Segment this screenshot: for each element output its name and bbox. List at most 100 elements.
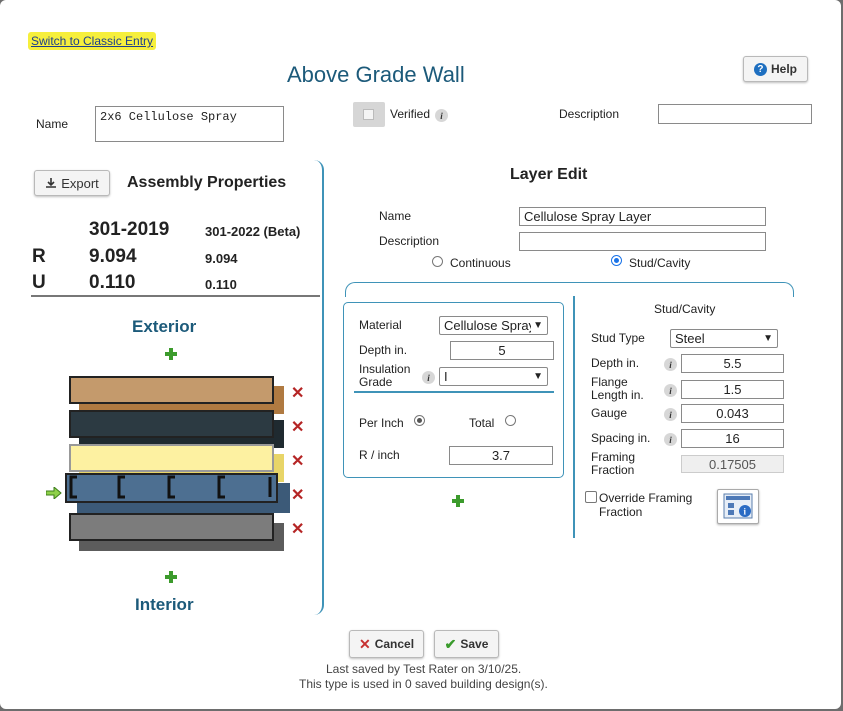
gauge-field[interactable]: 0.043 bbox=[681, 404, 784, 423]
stud-heading: Stud/Cavity bbox=[654, 302, 716, 316]
verified-label: Verified bbox=[390, 107, 431, 121]
stud-type-select[interactable]: Steel ▼ bbox=[670, 329, 778, 348]
material-divider bbox=[354, 391, 554, 393]
name-field[interactable]: 2x6 Cellulose Spray bbox=[95, 106, 284, 142]
usage-text: This type is used in 0 saved building de… bbox=[299, 677, 548, 691]
col-2022-header: 301-2022 (Beta) bbox=[205, 224, 301, 239]
material-value: Cellulose Spray bbox=[444, 318, 532, 333]
stud-type-value: Steel bbox=[675, 331, 705, 346]
add-layer-top-icon[interactable] bbox=[165, 348, 177, 360]
check-icon: ✔ bbox=[444, 635, 457, 652]
spacing-info-icon[interactable]: i bbox=[664, 433, 677, 446]
save-label: Save bbox=[460, 637, 489, 651]
layer-gray[interactable] bbox=[69, 513, 274, 541]
per-inch-label: Per Inch bbox=[359, 416, 404, 430]
override-label: Override Framing Fraction bbox=[599, 491, 693, 519]
r-2022-value: 9.094 bbox=[205, 251, 238, 266]
depth-field[interactable]: 5 bbox=[450, 341, 554, 360]
page-title: Above Grade Wall bbox=[287, 62, 465, 87]
cancel-icon: ✕ bbox=[358, 635, 371, 652]
stud-depth-field[interactable]: 5.5 bbox=[681, 354, 784, 373]
add-layer-bottom-icon[interactable] bbox=[165, 571, 177, 583]
gauge-info-icon[interactable]: i bbox=[664, 408, 677, 421]
continuous-radio[interactable] bbox=[432, 256, 443, 267]
delete-layer-1-icon[interactable]: ✕ bbox=[291, 386, 304, 402]
chevron-down-icon: ▼ bbox=[533, 320, 543, 331]
total-label: Total bbox=[469, 416, 495, 430]
assembly-heading: Assembly Properties bbox=[127, 174, 287, 191]
layer-description-field[interactable] bbox=[519, 232, 766, 251]
help-icon: ? bbox=[753, 62, 767, 76]
export-button[interactable]: Export bbox=[34, 170, 110, 196]
u-label: U bbox=[32, 272, 46, 293]
checkbox-box bbox=[363, 109, 374, 120]
dialog: Switch to Classic Entry Above Grade Wall… bbox=[0, 0, 841, 709]
framing-fraction-label: Framing Fraction bbox=[591, 450, 636, 477]
flange-info-icon[interactable]: i bbox=[664, 384, 677, 397]
r-inch-field[interactable]: 3.7 bbox=[449, 446, 553, 465]
gauge-label: Gauge bbox=[591, 406, 628, 420]
delete-layer-5-icon[interactable]: ✕ bbox=[291, 522, 304, 538]
delete-layer-3-icon[interactable]: ✕ bbox=[291, 454, 304, 470]
stud-depth-label: Depth in. bbox=[591, 356, 640, 370]
spacing-field[interactable]: 16 bbox=[681, 429, 784, 448]
material-select[interactable]: Cellulose Spray ▼ bbox=[439, 316, 548, 335]
continuous-label: Continuous bbox=[450, 256, 511, 270]
divider bbox=[31, 295, 320, 297]
calculator-info-icon: i bbox=[723, 493, 753, 519]
description-label: Description bbox=[559, 107, 620, 121]
stud-divider bbox=[573, 296, 575, 538]
switch-classic-link[interactable]: Switch to Classic Entry bbox=[28, 32, 157, 50]
chevron-down-icon: ▼ bbox=[763, 333, 773, 344]
download-icon bbox=[46, 178, 57, 188]
delete-layer-2-icon[interactable]: ✕ bbox=[291, 420, 304, 436]
stud-cavity-radio[interactable] bbox=[611, 255, 622, 266]
cancel-button[interactable]: ✕ Cancel bbox=[349, 630, 424, 658]
left-panel-border bbox=[314, 160, 324, 615]
override-checkbox[interactable] bbox=[585, 491, 597, 503]
exterior-label: Exterior bbox=[132, 317, 197, 336]
verified-info-icon[interactable]: i bbox=[435, 109, 448, 122]
interior-label: Interior bbox=[135, 595, 194, 614]
stud-marks-icon bbox=[69, 475, 272, 499]
add-material-icon[interactable] bbox=[452, 495, 464, 507]
flange-label: Flange Length in. bbox=[591, 375, 644, 402]
chevron-down-icon: ▼ bbox=[533, 371, 543, 382]
help-button[interactable]: ? Help bbox=[743, 56, 808, 82]
layer-yellow[interactable] bbox=[69, 444, 274, 472]
layer-brown[interactable] bbox=[69, 376, 274, 404]
name-label: Name bbox=[36, 117, 69, 131]
r-2019-value: 9.094 bbox=[89, 246, 137, 267]
col-2019-header: 301-2019 bbox=[89, 219, 170, 240]
calculator-button[interactable]: i bbox=[717, 489, 759, 524]
layer-description-label: Description bbox=[379, 234, 440, 248]
insulation-info-icon[interactable]: i bbox=[422, 371, 435, 384]
verified-checkbox[interactable] bbox=[353, 102, 385, 127]
flange-field[interactable]: 1.5 bbox=[681, 380, 784, 399]
stud-depth-info-icon[interactable]: i bbox=[664, 358, 677, 371]
layer-name-field[interactable]: Cellulose Spray Layer bbox=[519, 207, 766, 226]
last-saved-text: Last saved by Test Rater on 3/10/25. bbox=[326, 662, 522, 676]
delete-layer-4-icon[interactable]: ✕ bbox=[291, 488, 304, 504]
layer-edit-heading: Layer Edit bbox=[510, 166, 588, 183]
framing-fraction-field: 0.17505 bbox=[681, 455, 784, 473]
save-button[interactable]: ✔ Save bbox=[434, 630, 499, 658]
spacing-label: Spacing in. bbox=[591, 431, 651, 445]
layer-cellulose-selected[interactable] bbox=[65, 473, 278, 503]
export-label: Export bbox=[61, 175, 99, 191]
r-label: R bbox=[32, 246, 46, 267]
stud-cavity-label: Stud/Cavity bbox=[629, 256, 691, 270]
description-field[interactable] bbox=[658, 104, 812, 124]
layer-name-label: Name bbox=[379, 209, 412, 223]
total-radio[interactable] bbox=[505, 415, 516, 426]
help-label: Help bbox=[770, 62, 797, 76]
insulation-grade-value: I bbox=[444, 369, 448, 384]
layer-dark[interactable] bbox=[69, 410, 274, 438]
depth-label: Depth in. bbox=[359, 343, 408, 357]
u-2019-value: 0.110 bbox=[89, 272, 136, 293]
layer-edit-frame bbox=[345, 282, 794, 297]
insulation-grade-label: Insulation Grade bbox=[359, 362, 411, 389]
insulation-grade-select[interactable]: I ▼ bbox=[439, 367, 548, 386]
material-label: Material bbox=[359, 318, 402, 332]
per-inch-radio[interactable] bbox=[414, 415, 425, 426]
